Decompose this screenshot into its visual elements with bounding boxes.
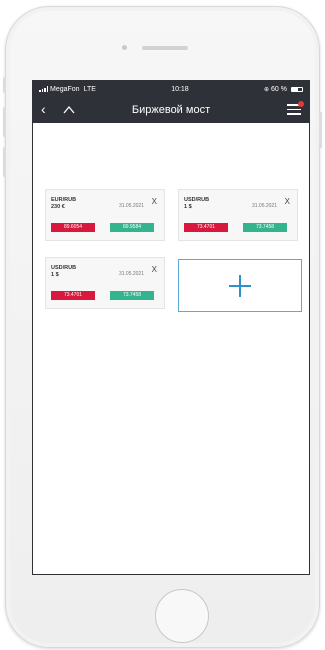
currency-pair: USD/RUB [51,265,77,271]
sell-price-button[interactable]: 89.6054 [51,223,95,232]
side-button-power [319,112,322,148]
currency-pair: USD/RUB [184,197,210,203]
signal-icon [39,86,48,92]
amount: 230 € [51,204,65,210]
buy-price-button[interactable]: 73.7458 [243,223,287,232]
status-bar: MegaFon LTE 10:18 ⊕ 60 % [33,81,309,97]
notification-dot [298,101,304,107]
status-left: MegaFon LTE [39,86,96,93]
back-icon[interactable]: ‹ [41,101,46,117]
clock: 10:18 [171,85,189,93]
plus-icon [229,274,251,297]
battery-icon [291,86,303,92]
date: 31.05.2021 [118,271,144,277]
sell-price-button[interactable]: 73.4701 [51,291,95,300]
rate-card: USD/RUB 1 $ 31.05.2021 X 73.4701 73.7458 [45,257,165,309]
side-button-volume-up [3,107,6,137]
date: 31.05.2021 [118,203,144,209]
sell-price-button[interactable]: 73.4701 [184,223,228,232]
amount: 1 $ [184,204,192,210]
close-button[interactable]: X [285,197,290,206]
date: 31.05.2021 [251,203,277,209]
side-button-mute [3,77,6,93]
amount: 1 $ [51,272,59,278]
carrier-name: MegaFon [50,85,80,93]
battery-percent: 60 % [271,85,287,93]
rate-card: USD/RUB 1 $ 31.05.2021 X 73.4701 73.7458 [178,189,298,241]
rate-card: EUR/RUB 230 € 31.05.2021 X 89.6054 89.95… [45,189,165,241]
cards-area: EUR/RUB 230 € 31.05.2021 X 89.6054 89.95… [33,123,309,574]
network-type: LTE [83,85,96,93]
close-button[interactable]: X [152,265,157,274]
nav-bar: ‹ Биржевой мост [33,97,309,123]
side-button-volume-down [3,147,6,177]
home-icon[interactable] [61,102,77,118]
status-right: ⊕ 60 % [264,86,303,93]
buy-price-button[interactable]: 89.9584 [110,223,154,232]
home-button[interactable] [155,589,209,643]
speaker-grille [142,46,188,50]
buy-price-button[interactable]: 73.7458 [110,291,154,300]
close-button[interactable]: X [152,197,157,206]
app-screen: MegaFon LTE 10:18 ⊕ 60 % ‹ Биржевой мост… [32,80,310,575]
menu-icon[interactable] [287,101,304,116]
location-icon: ⊕ [264,86,270,93]
add-card-button[interactable] [178,259,302,312]
currency-pair: EUR/RUB [51,197,77,203]
camera-icon [122,45,127,50]
